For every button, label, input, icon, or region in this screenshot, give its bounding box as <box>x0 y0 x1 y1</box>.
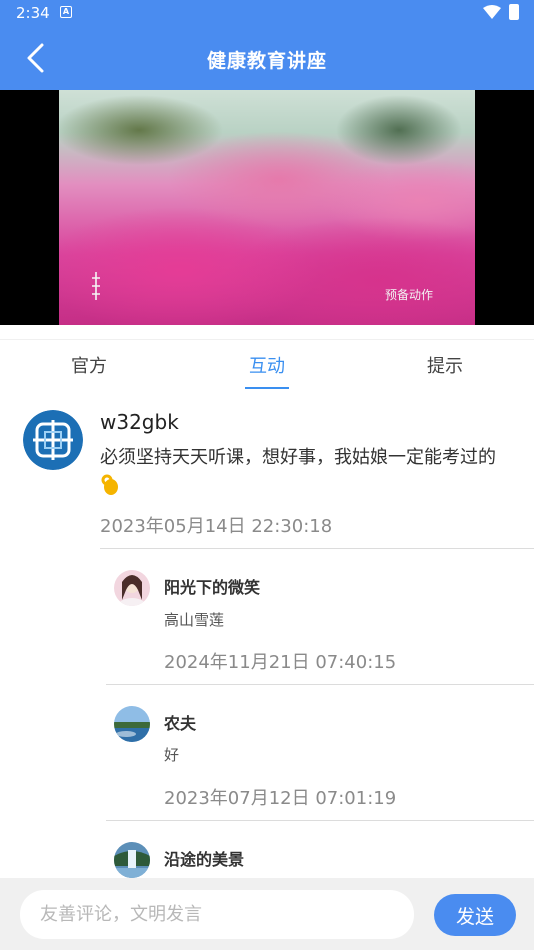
video-player[interactable]: 预备动作 <box>0 90 534 325</box>
tab-indicator <box>245 387 289 389</box>
tab-bar: 官方 互动 提示 <box>0 339 534 391</box>
avatar-photo-icon <box>114 570 150 606</box>
app-bar: 健康教育讲座 <box>0 26 534 90</box>
comment-text: 必须坚持天天听课，想好事，我姑娘一定能考过的 <box>100 447 496 468</box>
comment-input-bar: 发送 <box>0 878 534 950</box>
notification-icon: A <box>60 6 72 18</box>
avatar-landscape-icon <box>114 706 150 742</box>
reply-avatar[interactable] <box>114 706 150 742</box>
tab-interaction[interactable]: 互动 <box>249 352 285 378</box>
avatar-logo-icon <box>23 410 83 470</box>
reply-text: 好 <box>164 746 180 764</box>
reply-time: 2023年07月12日 07:01:19 <box>164 788 397 809</box>
channel-logo-icon <box>92 272 100 300</box>
divider <box>100 548 534 549</box>
status-time: 2:34 <box>16 4 50 22</box>
divider <box>106 684 534 685</box>
comment-time: 2023年05月14日 22:30:18 <box>100 516 333 537</box>
send-button[interactable]: 发送 <box>434 894 516 936</box>
avatar[interactable] <box>23 410 83 470</box>
divider <box>106 820 534 821</box>
reply-avatar[interactable] <box>114 570 150 606</box>
status-bar: 2:34 A <box>0 0 534 26</box>
reply-avatar[interactable] <box>114 842 150 878</box>
video-watermark: 预备动作 <box>384 288 433 302</box>
avatar-waterfall-icon <box>114 842 150 878</box>
reply-username: 阳光下的微笑 <box>164 578 261 597</box>
video-frame: 预备动作 <box>59 90 475 325</box>
comment-input[interactable] <box>20 890 414 939</box>
reply-time: 2024年11月21日 07:40:15 <box>164 652 397 673</box>
ok-hand-icon <box>101 474 118 495</box>
reply-username: 农夫 <box>164 714 197 733</box>
reply-text: 高山雪莲 <box>164 611 225 629</box>
page-title: 健康教育讲座 <box>206 50 327 72</box>
tab-official[interactable]: 官方 <box>71 352 107 378</box>
battery-icon <box>509 4 519 20</box>
wifi-icon <box>483 5 501 19</box>
reply-username: 沿途的美景 <box>164 850 245 869</box>
comment-username: w32gbk <box>100 410 179 434</box>
tab-tips[interactable]: 提示 <box>427 352 463 378</box>
